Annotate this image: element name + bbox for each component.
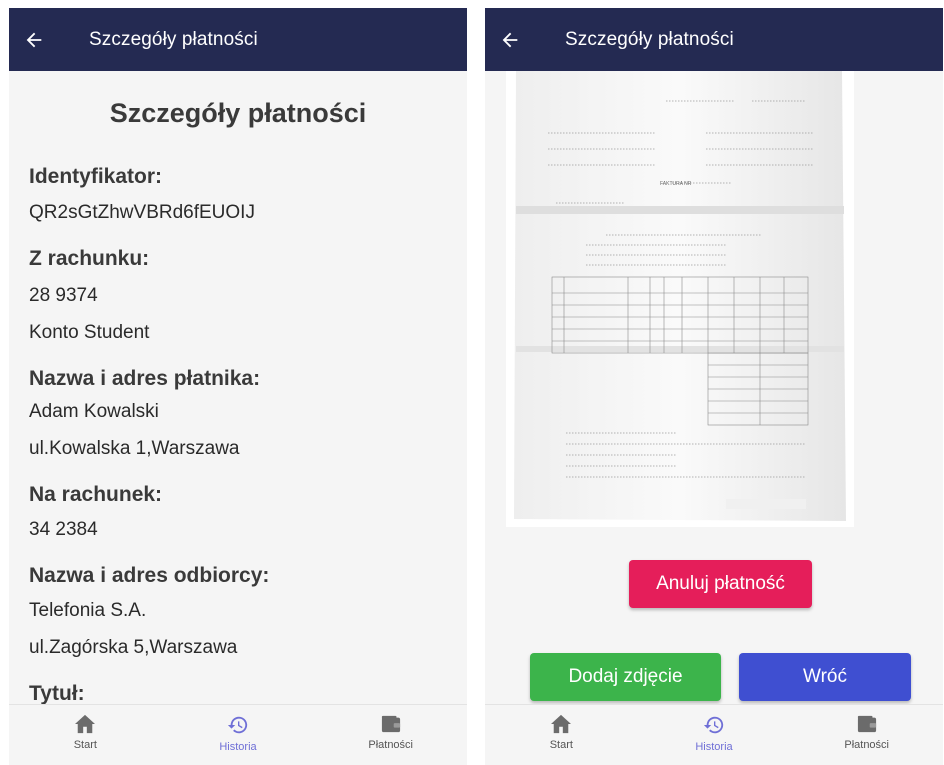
page-title: Szczegóły płatności — [109, 98, 367, 128]
app-bar: Szczegóły płatności — [9, 8, 467, 71]
nav-label-history: Historia — [219, 741, 257, 753]
invoice-photo-drawing: FAKTURA NR — [514, 71, 846, 521]
to-account-number: 34 2384 — [29, 519, 98, 540]
wallet-icon — [857, 715, 876, 733]
title-label: Tytuł: — [29, 682, 85, 704]
nav-item-start[interactable]: Start — [485, 705, 638, 765]
history-icon — [227, 716, 248, 734]
nav-item-payments[interactable]: Płatności — [790, 705, 943, 765]
home-icon — [551, 714, 572, 734]
payer-label: Nazwa i adres płatnika: — [29, 367, 261, 390]
details-content[interactable]: Szczegóły płatności Identyfikator: QR2sG… — [9, 71, 467, 704]
nav-label-history: Historia — [695, 741, 733, 753]
back-return-button[interactable]: Wróć — [739, 653, 911, 701]
add-photo-button[interactable]: Dodaj zdjęcie — [530, 653, 721, 701]
bottom-navigation: Start Historia Płatności — [485, 704, 943, 765]
app-bar-title: Szczegóły płatności — [89, 28, 258, 50]
to-account-label: Na rachunek: — [29, 483, 163, 506]
nav-item-history[interactable]: Historia — [638, 705, 791, 765]
nav-item-history[interactable]: Historia — [162, 705, 315, 765]
invoice-heading: FAKTURA NR — [660, 181, 692, 187]
payment-details-screen: Szczegóły płatności Szczegóły płatności … — [9, 8, 467, 765]
nav-item-start[interactable]: Start — [9, 705, 162, 765]
bottom-navigation: Start Historia Płatności — [9, 704, 467, 765]
home-icon — [75, 714, 96, 734]
nav-label-payments: Płatności — [368, 739, 413, 751]
recipient-address: ul.Zagórska 5,Warszawa — [29, 637, 238, 658]
payer-address: ul.Kowalska 1,Warszawa — [29, 438, 240, 459]
from-account-number: 28 9374 — [29, 285, 98, 306]
payment-photo-screen: Szczegóły płatności FAKTURA NR Anuluj pł… — [485, 8, 943, 765]
id-value: QR2sGtZhwVBRd6fEUOIJ — [29, 202, 255, 223]
history-icon — [703, 716, 724, 734]
from-account-label: Z rachunku: — [29, 247, 150, 270]
app-bar: Szczegóły płatności — [485, 8, 943, 71]
wallet-icon — [381, 715, 400, 733]
invoice-photo: FAKTURA NR — [506, 71, 854, 527]
back-button[interactable] — [485, 8, 535, 71]
payer-name: Adam Kowalski — [29, 401, 159, 422]
nav-label-start: Start — [73, 739, 97, 751]
recipient-label: Nazwa i adres odbiorcy: — [29, 564, 270, 587]
cancel-payment-button[interactable]: Anuluj płatność — [629, 560, 812, 608]
id-label: Identyfikator: — [29, 165, 163, 188]
nav-label-payments: Płatności — [844, 739, 889, 751]
from-account-name: Konto Student — [29, 322, 150, 343]
app-bar-title: Szczegóły płatności — [565, 28, 734, 50]
arrow-left-icon — [502, 32, 518, 47]
recipient-name: Telefonia S.A. — [29, 600, 147, 621]
nav-label-start: Start — [549, 739, 573, 751]
back-button[interactable] — [9, 8, 59, 71]
nav-item-payments[interactable]: Płatności — [314, 705, 467, 765]
arrow-left-icon — [26, 32, 42, 47]
